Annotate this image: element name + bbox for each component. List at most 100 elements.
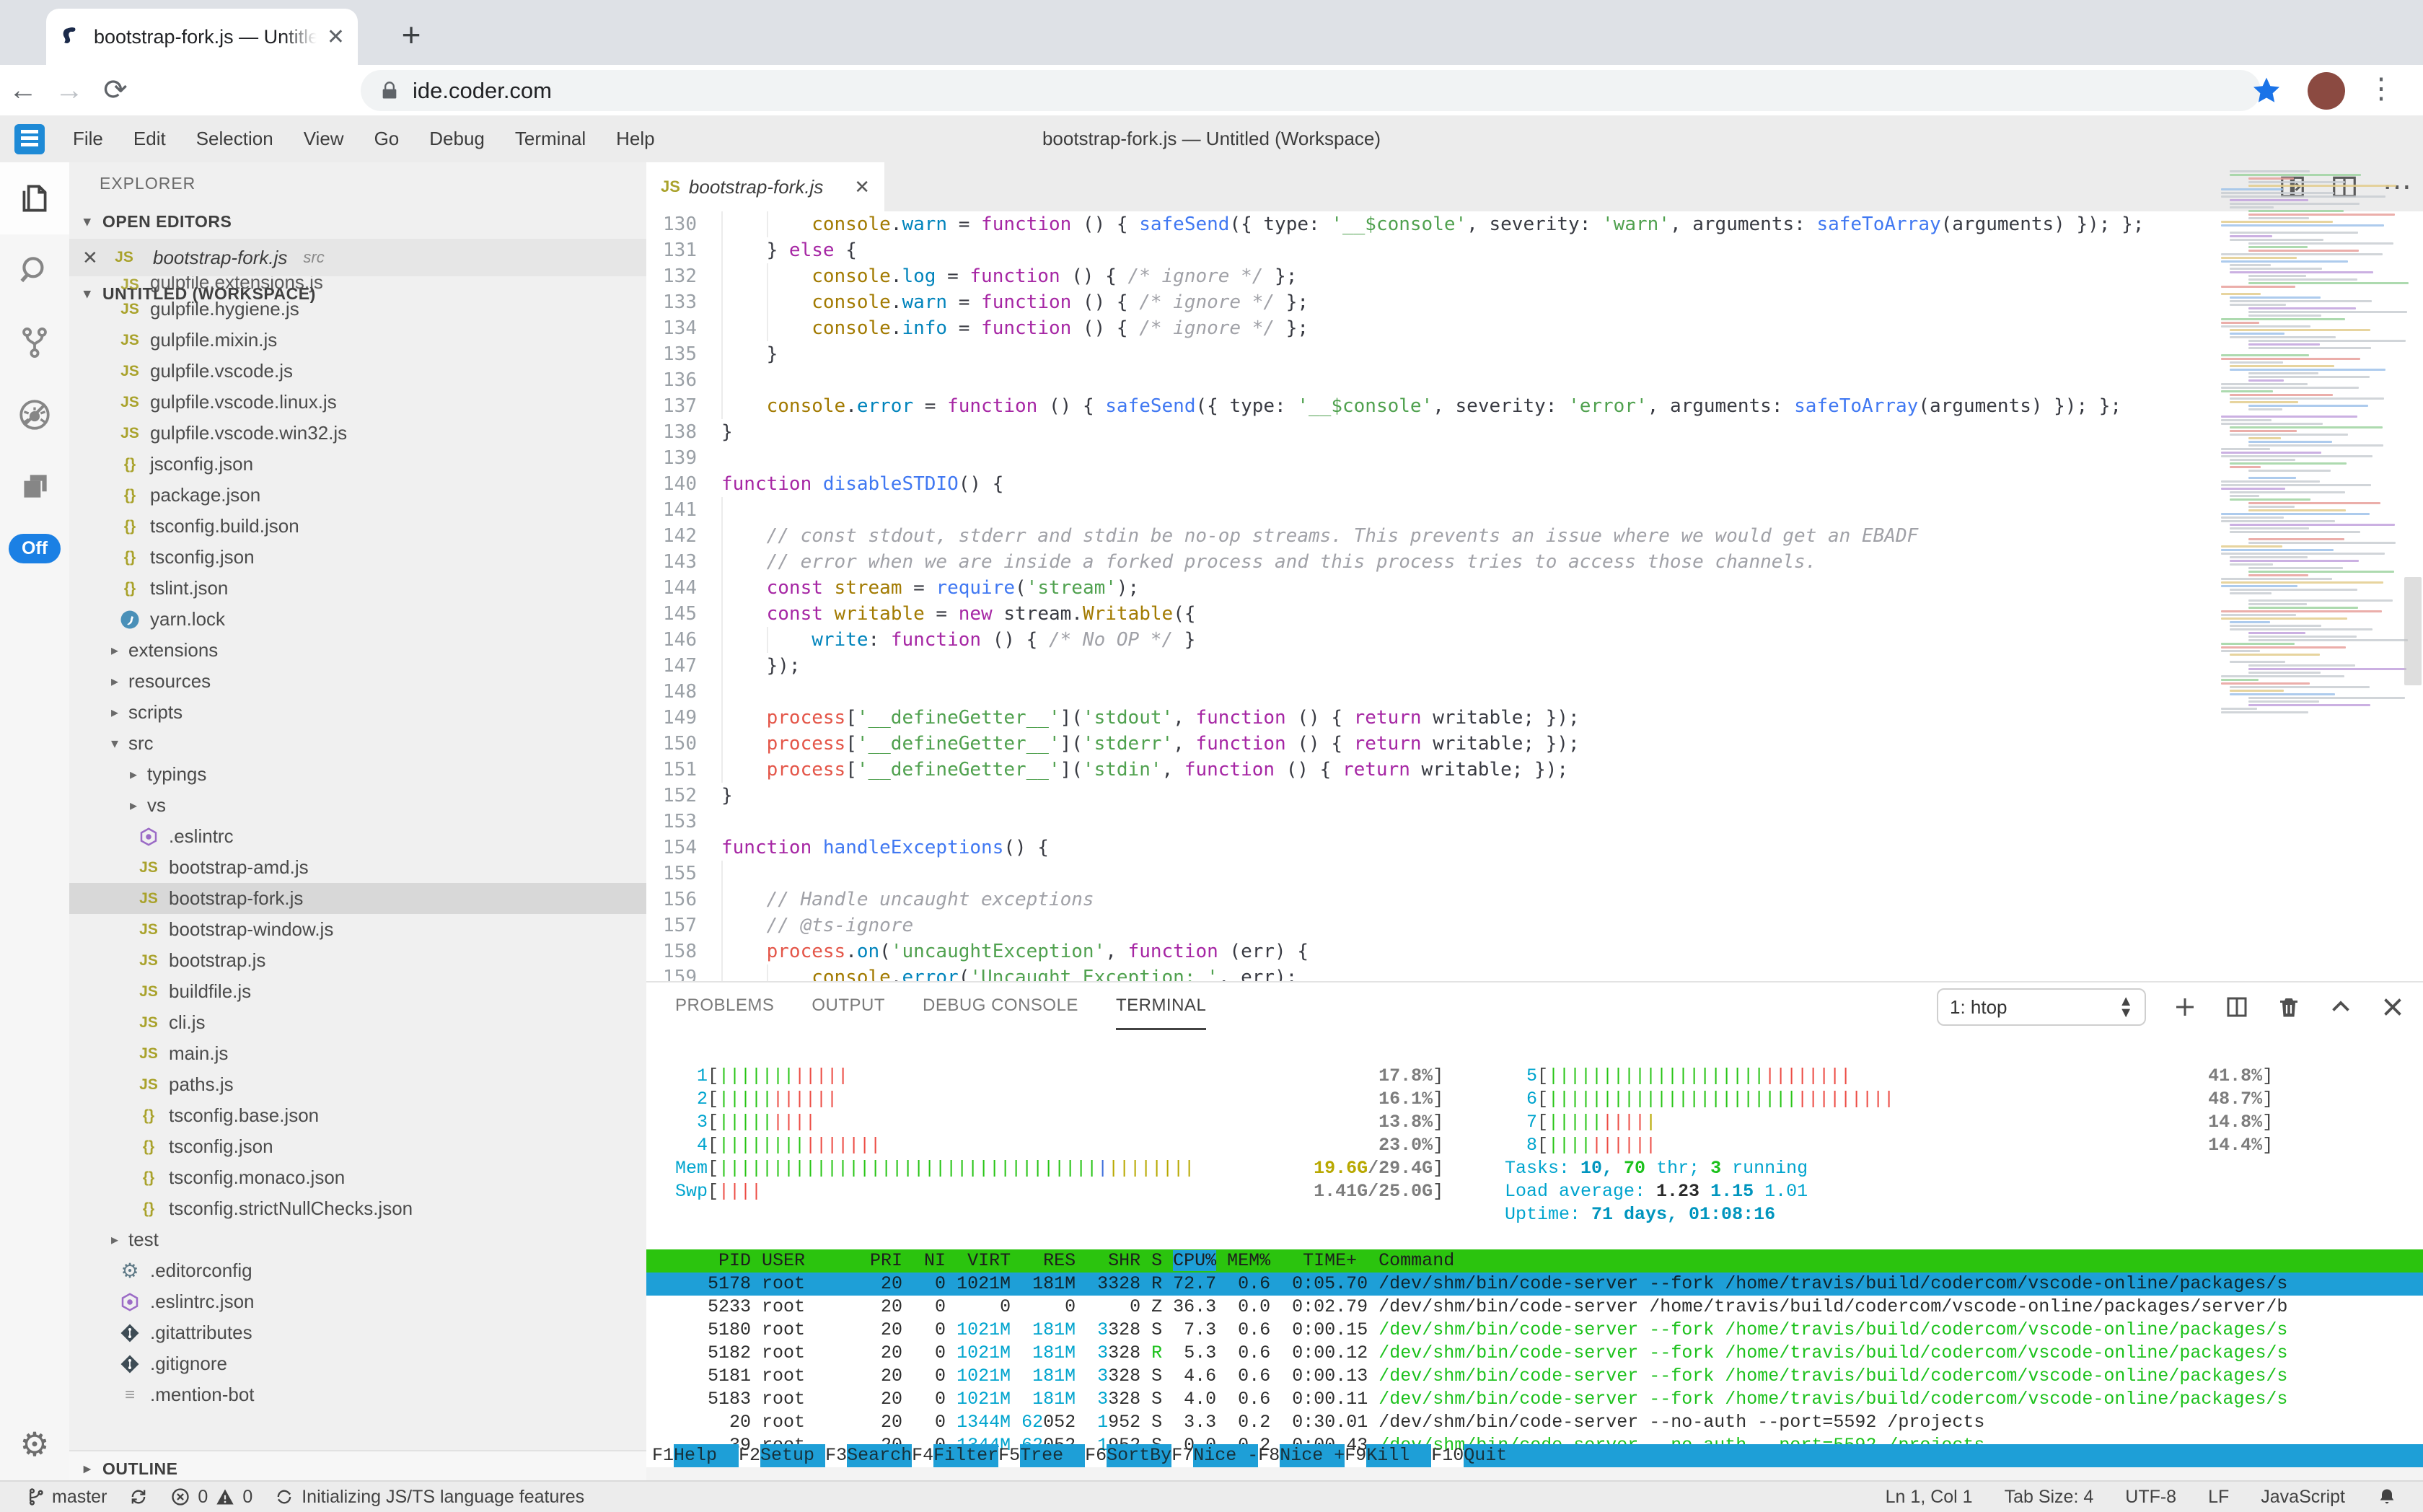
tree-item-tsconfig.json[interactable]: {}tsconfig.json bbox=[69, 542, 646, 573]
menu-file[interactable]: File bbox=[58, 115, 118, 162]
close-icon[interactable]: ✕ bbox=[82, 247, 101, 269]
fkey-label-Nice +[interactable]: Nice + bbox=[1280, 1444, 1345, 1467]
activity-extensions[interactable] bbox=[0, 451, 69, 523]
tree-item-gulpfile.extensions.js[interactable]: JSgulpfile.extensions.js bbox=[69, 276, 646, 294]
terminal[interactable]: 1[||||||||||||17.8%] 2[|||||||||||16.1%]… bbox=[646, 1062, 2423, 1467]
tree-item-.eslintrc.json[interactable]: .eslintrc.json bbox=[69, 1286, 646, 1317]
split-terminal-icon[interactable] bbox=[2224, 994, 2250, 1020]
tab-close-icon[interactable]: ✕ bbox=[327, 25, 345, 50]
new-tab-button[interactable]: + bbox=[390, 13, 433, 56]
off-badge[interactable]: Off bbox=[9, 534, 61, 563]
fkey-F7[interactable]: F7 bbox=[1171, 1444, 1193, 1467]
fkey-label-Kill[interactable]: Kill bbox=[1366, 1444, 1431, 1467]
browser-tab[interactable]: bootstrap-fork.js — Untitled (W ✕ bbox=[46, 9, 358, 65]
status-ln-1-col-1[interactable]: Ln 1, Col 1 bbox=[1886, 1487, 1973, 1508]
tree-item-.gitattributes[interactable]: .gitattributes bbox=[69, 1317, 646, 1348]
minimap[interactable] bbox=[2217, 167, 2398, 981]
tree-item-tsconfig.build.json[interactable]: {}tsconfig.build.json bbox=[69, 511, 646, 542]
tree-item-jsconfig.json[interactable]: {}jsconfig.json bbox=[69, 449, 646, 480]
htop-process-row[interactable]: 5178 root 20 0 1021M 181M 3328 R 72.7 0.… bbox=[646, 1273, 2423, 1296]
htop-process-row[interactable]: 5183 root 20 0 1021M 181M 3328 S 4.0 0.6… bbox=[646, 1388, 2423, 1411]
fkey-label-Filter[interactable]: Filter bbox=[933, 1444, 998, 1467]
problems-status[interactable]: 0 0 bbox=[170, 1487, 252, 1508]
activity-search[interactable] bbox=[0, 234, 69, 307]
tree-item-bootstrap-fork.js[interactable]: JSbootstrap-fork.js bbox=[69, 883, 646, 914]
git-branch-status[interactable]: master bbox=[25, 1487, 107, 1508]
tree-item-.gitignore[interactable]: .gitignore bbox=[69, 1348, 646, 1379]
tree-item-cli.js[interactable]: JScli.js bbox=[69, 1007, 646, 1038]
bookmark-star-icon[interactable] bbox=[2251, 75, 2282, 107]
outline-section[interactable]: ▸ OUTLINE bbox=[69, 1450, 646, 1480]
tree-item-gulpfile.vscode.js[interactable]: JSgulpfile.vscode.js bbox=[69, 356, 646, 387]
fkey-F5[interactable]: F5 bbox=[998, 1444, 1020, 1467]
menu-terminal[interactable]: Terminal bbox=[500, 115, 601, 162]
open-editors-header[interactable]: ▾ OPEN EDITORS bbox=[69, 204, 646, 239]
fkey-F1[interactable]: F1 bbox=[652, 1444, 674, 1467]
fkey-F4[interactable]: F4 bbox=[912, 1444, 933, 1467]
menu-help[interactable]: Help bbox=[601, 115, 669, 162]
tree-item-bootstrap.js[interactable]: JSbootstrap.js bbox=[69, 945, 646, 976]
tree-item-bootstrap-amd.js[interactable]: JSbootstrap-amd.js bbox=[69, 852, 646, 883]
tree-item-scripts[interactable]: ▸scripts bbox=[69, 697, 646, 728]
fkey-label-Nice -[interactable]: Nice - bbox=[1193, 1444, 1258, 1467]
panel-scrollbar[interactable] bbox=[646, 1467, 2423, 1480]
tree-item-test[interactable]: ▸test bbox=[69, 1224, 646, 1255]
fkey-F9[interactable]: F9 bbox=[1345, 1444, 1366, 1467]
terminal-select[interactable]: 1: htop▲▼ bbox=[1937, 988, 2146, 1026]
tree-item-src[interactable]: ▾src bbox=[69, 728, 646, 759]
address-bar[interactable]: ide.coder.com bbox=[361, 70, 2261, 111]
maximize-panel-icon[interactable] bbox=[2328, 994, 2354, 1020]
tree-item-package.json[interactable]: {}package.json bbox=[69, 480, 646, 511]
tree-item-tsconfig.monaco.json[interactable]: {}tsconfig.monaco.json bbox=[69, 1162, 646, 1193]
tree-item-typings[interactable]: ▸typings bbox=[69, 759, 646, 790]
tree-item-.eslintrc[interactable]: .eslintrc bbox=[69, 821, 646, 852]
editor-tab[interactable]: JS bootstrap-fork.js ✕ bbox=[646, 162, 884, 211]
panel-tab-terminal[interactable]: TERMINAL bbox=[1116, 983, 1206, 1030]
close-panel-icon[interactable] bbox=[2380, 994, 2406, 1020]
tree-item-.mention-bot[interactable]: ≡.mention-bot bbox=[69, 1379, 646, 1410]
htop-table-header[interactable]: PID USER PRI NI VIRT RES SHR S CPU% MEM%… bbox=[646, 1249, 2423, 1273]
tree-item-gulpfile.hygiene.js[interactable]: JSgulpfile.hygiene.js bbox=[69, 294, 646, 325]
status-utf-8[interactable]: UTF-8 bbox=[2125, 1487, 2176, 1508]
status-javascript[interactable]: JavaScript bbox=[2261, 1487, 2345, 1508]
fkey-label-Help[interactable]: Help bbox=[674, 1444, 739, 1467]
htop-process-row[interactable]: 5180 root 20 0 1021M 181M 3328 S 7.3 0.6… bbox=[646, 1319, 2423, 1342]
fkey-label-Setup[interactable]: Setup bbox=[760, 1444, 825, 1467]
new-terminal-icon[interactable] bbox=[2172, 994, 2198, 1020]
tree-item-resources[interactable]: ▸resources bbox=[69, 666, 646, 697]
kill-terminal-trash-icon[interactable] bbox=[2276, 994, 2302, 1020]
menu-selection[interactable]: Selection bbox=[181, 115, 289, 162]
tree-item-buildfile.js[interactable]: JSbuildfile.js bbox=[69, 976, 646, 1007]
panel-tab-output[interactable]: OUTPUT bbox=[812, 983, 885, 1030]
browser-avatar[interactable] bbox=[2308, 72, 2345, 110]
menu-view[interactable]: View bbox=[289, 115, 359, 162]
tree-item-tsconfig.strictNullChecks.json[interactable]: {}tsconfig.strictNullChecks.json bbox=[69, 1193, 646, 1224]
status-lf[interactable]: LF bbox=[2208, 1487, 2229, 1508]
menu-edit[interactable]: Edit bbox=[118, 115, 181, 162]
app-logo-icon[interactable] bbox=[14, 124, 45, 154]
fkey-F6[interactable]: F6 bbox=[1085, 1444, 1107, 1467]
fkey-F8[interactable]: F8 bbox=[1258, 1444, 1280, 1467]
tree-item-tsconfig.json[interactable]: {}tsconfig.json bbox=[69, 1131, 646, 1162]
panel-tab-debug-console[interactable]: DEBUG CONSOLE bbox=[923, 983, 1078, 1030]
menu-go[interactable]: Go bbox=[359, 115, 415, 162]
sync-button[interactable] bbox=[128, 1487, 149, 1507]
tree-item-gulpfile.vscode.linux.js[interactable]: JSgulpfile.vscode.linux.js bbox=[69, 387, 646, 418]
tree-item-tslint.json[interactable]: {}tslint.json bbox=[69, 573, 646, 604]
htop-process-row[interactable]: 5181 root 20 0 1021M 181M 3328 S 4.6 0.6… bbox=[646, 1365, 2423, 1388]
menu-debug[interactable]: Debug bbox=[414, 115, 500, 162]
reload-icon[interactable]: ⟳ bbox=[92, 74, 138, 107]
code-area[interactable]: 130console.warn = function () { safeSend… bbox=[646, 211, 2423, 981]
htop-process-row[interactable]: 5182 root 20 0 1021M 181M 3328 R 5.3 0.6… bbox=[646, 1342, 2423, 1365]
tree-item-paths.js[interactable]: JSpaths.js bbox=[69, 1069, 646, 1100]
tree-item-gulpfile.vscode.win32.js[interactable]: JSgulpfile.vscode.win32.js bbox=[69, 418, 646, 449]
forward-icon[interactable]: → bbox=[46, 74, 92, 107]
tree-item-.editorconfig[interactable]: ⚙.editorconfig bbox=[69, 1255, 646, 1286]
back-icon[interactable]: ← bbox=[0, 74, 46, 107]
editor-scrollbar[interactable] bbox=[2404, 577, 2422, 685]
status-tab-size-4[interactable]: Tab Size: 4 bbox=[2005, 1487, 2094, 1508]
tree-item-main.js[interactable]: JSmain.js bbox=[69, 1038, 646, 1069]
open-editor-item[interactable]: ✕ JS bootstrap-fork.js src bbox=[69, 239, 646, 276]
fkey-F10[interactable]: F10 bbox=[1431, 1444, 1464, 1467]
close-icon[interactable]: ✕ bbox=[854, 176, 870, 198]
